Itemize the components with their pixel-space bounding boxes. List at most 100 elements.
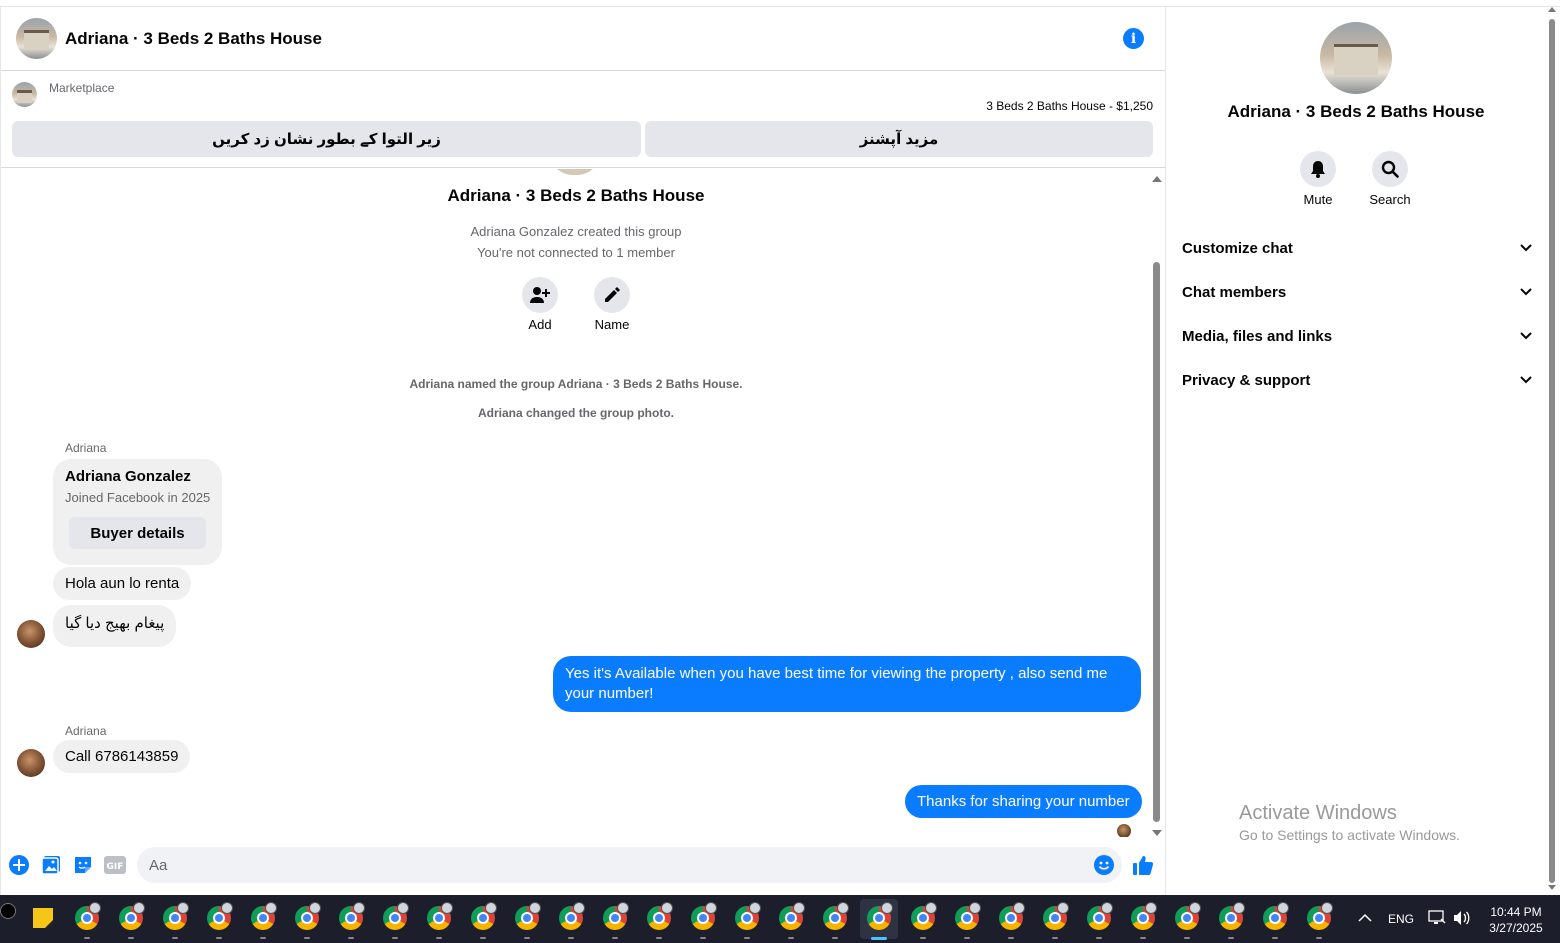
svg-text:GIF: GIF (107, 862, 124, 872)
rename-button[interactable] (594, 277, 630, 313)
scroll-thumb[interactable] (1153, 262, 1160, 822)
sender-avatar[interactable] (17, 620, 45, 648)
activate-windows-watermark: Activate Windows Go to Settings to activ… (1239, 802, 1460, 843)
section-label: Chat members (1182, 283, 1287, 301)
section-media-files-links[interactable]: Media, files and links (1182, 314, 1532, 358)
mute-button[interactable] (1300, 151, 1336, 187)
running-indicator (920, 937, 926, 939)
chevron-up-icon[interactable] (1358, 913, 1372, 923)
bell-icon (1311, 161, 1325, 178)
running-indicator (744, 937, 750, 939)
running-indicator (480, 937, 486, 939)
section-chat-members[interactable]: Chat members (1182, 270, 1532, 314)
start-icon[interactable] (0, 903, 16, 919)
watermark-subtitle: Go to Settings to activate Windows. (1239, 827, 1460, 843)
running-indicator (1272, 937, 1278, 939)
chat-panel: Adriana · 3 Beds 2 Baths House i Marketp… (0, 7, 1166, 895)
running-indicator (304, 937, 310, 939)
network-icon[interactable] (1428, 910, 1446, 926)
running-indicator (84, 937, 90, 939)
running-indicator (1096, 937, 1102, 939)
profile-badge-icon (309, 902, 321, 914)
sender-name: Adriana (65, 724, 107, 738)
listing-price[interactable]: 3 Beds 2 Baths House - $1,250 (986, 99, 1153, 113)
running-indicator (1316, 937, 1322, 939)
watermark-title: Activate Windows (1239, 802, 1397, 824)
language-indicator[interactable]: ENG (1388, 912, 1414, 926)
emoji-icon[interactable] (1093, 854, 1115, 876)
add-member-button[interactable] (522, 277, 558, 313)
thumbs-up-icon[interactable] (1132, 854, 1154, 876)
sticky-notes-icon[interactable] (33, 908, 53, 928)
profile-badge-icon (881, 902, 893, 914)
chevron-down-icon (1520, 376, 1532, 384)
section-label: Media, files and links (1182, 327, 1333, 345)
seen-indicator-avatar (1117, 824, 1131, 837)
profile-badge-icon (1233, 902, 1245, 914)
section-privacy-support[interactable]: Privacy & support (1182, 358, 1532, 402)
message-scrollbar[interactable] (1151, 176, 1163, 836)
info-icon[interactable]: i (1123, 28, 1144, 49)
search-icon (1381, 160, 1399, 178)
profile-badge-icon (1057, 902, 1069, 914)
message-input[interactable] (137, 847, 1122, 883)
plus-icon[interactable] (8, 854, 30, 876)
sticker-icon[interactable] (72, 854, 94, 876)
system-clock[interactable]: 10:44 PM 3/27/2025 (1478, 904, 1554, 936)
info-panel-avatar[interactable] (1320, 22, 1392, 94)
listing-thumbnail[interactable] (12, 82, 37, 107)
scroll-up-arrow[interactable] (1152, 176, 1162, 182)
page-scroll-down-arrow[interactable] (1548, 885, 1556, 890)
running-indicator (524, 937, 530, 939)
clock-time: 10:44 PM (1490, 905, 1542, 919)
profile-badge-icon (749, 902, 761, 914)
page-scroll-up-arrow[interactable] (1548, 7, 1556, 12)
conversation-info-panel: Adriana · 3 Beds 2 Baths House Mute Sear… (1166, 7, 1546, 895)
incoming-message[interactable]: Hola aun lo renta (53, 567, 192, 600)
running-indicator (700, 937, 706, 939)
more-options-button[interactable]: مزید آپشنز (645, 121, 1153, 157)
group-connection-note: You're not connected to 1 member (477, 245, 675, 260)
name-label: Name (594, 317, 630, 332)
search-label: Search (1369, 192, 1411, 207)
system-message: Adriana named the group Adriana · 3 Beds… (409, 377, 743, 391)
volume-icon[interactable] (1453, 910, 1471, 926)
buyer-profile-card: Adriana Gonzalez Joined Facebook in 2025… (53, 459, 222, 565)
gif-icon[interactable]: GIF (104, 854, 126, 876)
profile-badge-icon (485, 902, 497, 914)
page-scroll-thumb[interactable] (1549, 19, 1555, 883)
running-indicator (128, 937, 134, 939)
incoming-message[interactable]: پیغام بھیج دیا گیا (53, 605, 177, 647)
group-avatar[interactable] (16, 18, 57, 59)
running-indicator (348, 937, 354, 939)
profile-badge-icon (925, 902, 937, 914)
running-indicator (1052, 937, 1058, 939)
add-person-icon (530, 287, 550, 303)
running-indicator (436, 937, 442, 939)
composer: GIF (1, 843, 1165, 895)
profile-badge-icon (441, 902, 453, 914)
running-indicator (832, 937, 838, 939)
profile-badge-icon (1013, 902, 1025, 914)
incoming-message[interactable]: Call 6786143859 (53, 740, 191, 773)
buyer-details-button[interactable]: Buyer details (69, 517, 206, 549)
profile-badge-icon (265, 902, 277, 914)
search-button[interactable] (1372, 151, 1408, 187)
outgoing-message[interactable]: Yes it's Available when you have best ti… (553, 656, 1141, 712)
profile-badge-icon (529, 902, 541, 914)
section-label: Privacy & support (1182, 371, 1311, 389)
photo-icon[interactable] (40, 854, 62, 876)
running-indicator (656, 937, 662, 939)
profile-badge-icon (661, 902, 673, 914)
running-indicator (788, 937, 794, 939)
scroll-down-arrow[interactable] (1152, 830, 1162, 836)
chat-title[interactable]: Adriana · 3 Beds 2 Baths House (65, 29, 322, 49)
group-intro-avatar (549, 169, 601, 175)
mark-pending-button[interactable]: زیر التوا کے بطور نشان زد کریں (12, 121, 641, 157)
sender-avatar[interactable] (17, 749, 45, 777)
outgoing-message[interactable]: Thanks for sharing your number (905, 785, 1142, 818)
section-customize-chat[interactable]: Customize chat (1182, 226, 1532, 270)
page-scrollbar[interactable] (1546, 7, 1560, 895)
marketplace-banner: Marketplace 3 Beds 2 Baths House - $1,25… (1, 71, 1165, 168)
running-indicator (612, 937, 618, 939)
